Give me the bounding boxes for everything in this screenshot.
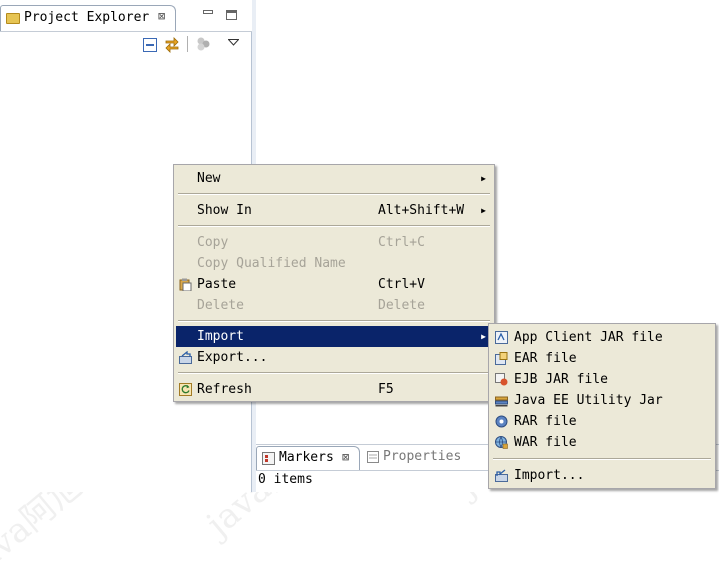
menu-item-delete[interactable]: Delete Delete (176, 295, 492, 316)
submenu-arrow-icon: ▶ (481, 206, 486, 215)
submenu-item-rar-file[interactable]: RAR file (491, 411, 713, 432)
menu-item-copy[interactable]: Copy Ctrl+C (176, 232, 492, 253)
menu-item-label: App Client JAR file (514, 330, 663, 345)
submenu-item-ejb-jar[interactable]: EJB JAR file (491, 369, 713, 390)
markers-icon (262, 452, 275, 465)
menu-item-show-in[interactable]: Show In Alt+Shift+W ▶ (176, 200, 492, 221)
import-submenu: App Client JAR file EAR file EJB JAR fil… (488, 323, 716, 489)
refresh-icon (179, 383, 192, 396)
tab-markers-label: Markers (279, 450, 334, 465)
menu-item-label: Refresh (197, 382, 252, 397)
utility-jar-icon (495, 396, 508, 407)
close-icon[interactable]: ⊠ (342, 450, 349, 464)
menu-item-label: Export... (197, 350, 268, 365)
submenu-item-app-client-jar[interactable]: App Client JAR file (491, 327, 713, 348)
menu-item-paste[interactable]: Paste Ctrl+V (176, 274, 492, 295)
rar-file-icon (495, 415, 508, 428)
menu-item-label: Paste (197, 277, 237, 292)
import-wizard-icon (495, 469, 508, 482)
menu-item-label: RAR file (514, 414, 577, 429)
collapse-all-icon[interactable] (143, 38, 157, 52)
war-file-icon (495, 436, 508, 449)
view-menu-icon[interactable] (228, 39, 239, 46)
submenu-item-java-ee-utility-jar[interactable]: Java EE Utility Jar (491, 390, 713, 411)
menu-separator (178, 225, 490, 227)
ear-file-icon (495, 352, 508, 365)
submenu-item-import-wizard[interactable]: Import... (491, 465, 713, 486)
menu-separator (178, 193, 490, 195)
context-menu: New ▶ Show In Alt+Shift+W ▶ Copy Ctrl+C … (173, 164, 495, 402)
menu-item-accelerator: Ctrl+C (378, 235, 425, 250)
menu-item-accelerator: Delete (378, 298, 425, 313)
minimize-icon[interactable] (203, 10, 213, 14)
menu-item-new[interactable]: New ▶ (176, 168, 492, 189)
tab-properties-label: Properties (383, 449, 462, 464)
menu-item-label: Delete (197, 298, 244, 313)
tab-project-explorer[interactable]: Project Explorer ⊠ (0, 5, 176, 31)
menu-item-label: Copy (197, 235, 229, 250)
menu-item-copy-qualified-name[interactable]: Copy Qualified Name (176, 253, 492, 274)
menu-item-label: Import... (514, 468, 585, 483)
ejb-jar-icon (495, 373, 508, 386)
menu-item-export[interactable]: Export... (176, 347, 492, 368)
toolbar-separator (187, 36, 188, 52)
folder-icon (6, 13, 20, 24)
submenu-item-war-file[interactable]: WAR file (491, 432, 713, 453)
menu-item-refresh[interactable]: Refresh F5 (176, 379, 492, 400)
menu-separator (178, 372, 490, 374)
submenu-arrow-icon: ▶ (481, 174, 486, 183)
maximize-icon[interactable] (226, 10, 237, 20)
menu-item-label: Copy Qualified Name (197, 256, 346, 271)
menu-item-label: EAR file (514, 351, 577, 366)
menu-item-label: New (197, 171, 221, 186)
tab-project-explorer-label: Project Explorer (24, 10, 150, 25)
menu-separator (178, 320, 490, 322)
menu-item-label: EJB JAR file (514, 372, 608, 387)
menu-item-accelerator: F5 (378, 382, 394, 397)
submenu-arrow-icon: ▶ (481, 332, 486, 341)
menu-item-accelerator: Alt+Shift+W (378, 203, 465, 218)
menu-separator (493, 458, 711, 460)
filter-icon[interactable] (196, 37, 212, 51)
close-icon[interactable]: ⊠ (158, 9, 165, 23)
export-icon (179, 351, 192, 364)
submenu-item-ear-file[interactable]: EAR file (491, 348, 713, 369)
tab-markers[interactable]: Markers ⊠ (256, 446, 360, 470)
menu-item-accelerator: Ctrl+V (378, 277, 425, 292)
menu-item-label: WAR file (514, 435, 577, 450)
menu-item-label: Show In (197, 203, 252, 218)
paste-icon (179, 278, 192, 291)
tab-properties[interactable]: Properties (366, 446, 476, 470)
markers-status: 0 items (258, 472, 313, 487)
menu-item-label: Import (197, 329, 244, 344)
menu-item-label: Java EE Utility Jar (514, 393, 663, 408)
menu-item-import[interactable]: Import ▶ (176, 326, 492, 347)
properties-icon (367, 451, 379, 463)
link-with-editor-icon[interactable] (164, 36, 180, 53)
app-client-jar-icon (495, 331, 508, 344)
